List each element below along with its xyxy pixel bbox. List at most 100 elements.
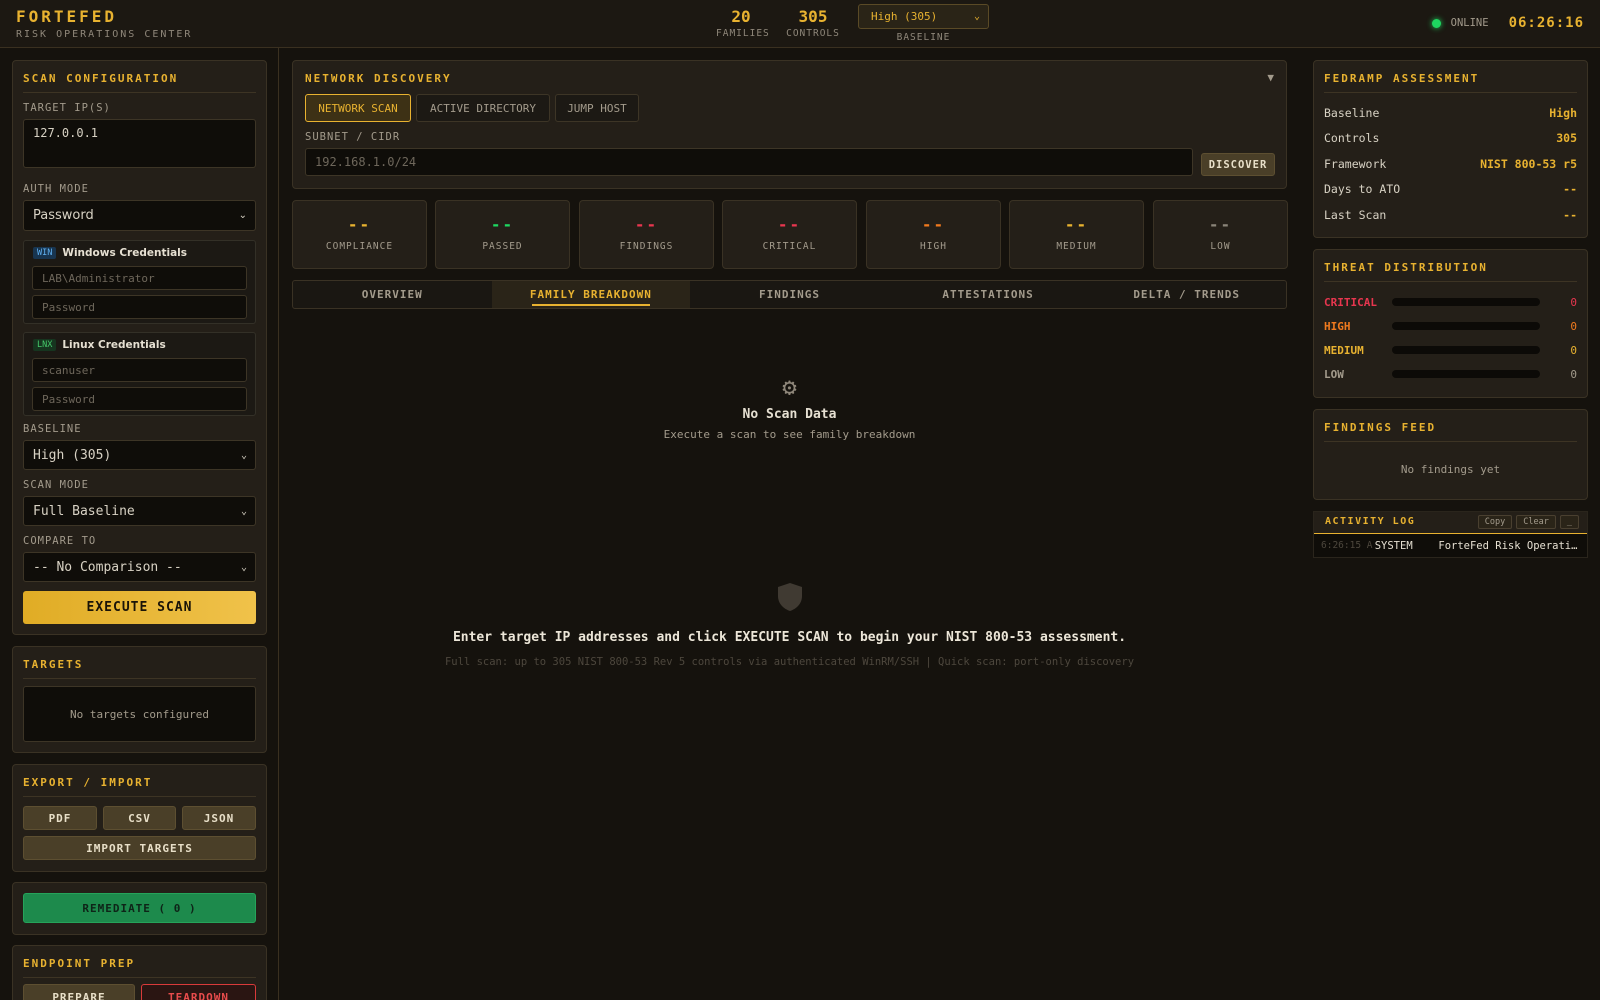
fedramp-row-last-scan: Last Scan --: [1324, 202, 1577, 228]
tab-network-scan[interactable]: NETWORK SCAN: [305, 94, 411, 122]
scan-config-title: SCAN CONFIGURATION: [23, 72, 256, 93]
controls-value: 305: [798, 7, 828, 26]
findings-feed-empty: No findings yet: [1400, 463, 1501, 476]
clock: 06:26:16: [1508, 15, 1584, 31]
subnet-placeholder: 192.168.1.0/24: [315, 155, 417, 169]
threat-distribution-panel: THREAT DISTRIBUTION CRITICAL 0 HIGH 0 ME…: [1313, 249, 1588, 398]
import-targets-button[interactable]: IMPORT TARGETS: [23, 836, 256, 860]
export-pdf-button[interactable]: PDF: [23, 806, 97, 830]
win-password-input[interactable]: Password: [32, 295, 247, 319]
threat-count: 0: [1570, 343, 1577, 357]
discover-button[interactable]: DISCOVER: [1201, 153, 1275, 176]
threat-bar: [1392, 370, 1540, 378]
fedramp-title: FEDRAMP ASSESSMENT: [1324, 72, 1577, 93]
header-baseline-select[interactable]: High (305) ⌄: [858, 4, 989, 29]
findings-feed-title: FINDINGS FEED: [1324, 421, 1577, 442]
lnx-password-placeholder: Password: [42, 392, 95, 406]
threat-rows: CRITICAL 0 HIGH 0 MEDIUM 0 LOW 0: [1324, 290, 1577, 386]
tab-overview[interactable]: OVERVIEW: [293, 281, 492, 308]
export-panel: EXPORT / IMPORT PDF CSV JSON IMPORT TARG…: [12, 764, 267, 872]
stat-label: MEDIUM: [1056, 241, 1097, 252]
log-entry: 6:26:15 A SYSTEM ForteFed Risk Operatio…: [1321, 540, 1583, 552]
threat-name: HIGH: [1324, 319, 1351, 333]
log-copy-button[interactable]: Copy: [1477, 515, 1513, 529]
log-entry-message: ForteFed Risk Operatio…: [1438, 540, 1583, 552]
threat-count: 0: [1570, 367, 1577, 381]
lnx-username-input[interactable]: scanuser: [32, 358, 247, 382]
stat-findings: -- FINDINGS: [579, 200, 714, 269]
tab-jump-host[interactable]: JUMP HOST: [555, 94, 639, 122]
remediate-button[interactable]: REMEDIATE ( 0 ): [23, 893, 256, 923]
chevron-down-icon: ⌄: [973, 11, 980, 22]
fedramp-value: --: [1563, 182, 1577, 197]
stat-value: --: [777, 215, 802, 234]
threat-bar: [1392, 322, 1540, 330]
threat-name: LOW: [1324, 367, 1344, 381]
win-tag: WIN: [33, 247, 57, 259]
online-label: ONLINE: [1450, 17, 1489, 29]
export-json-button[interactable]: JSON: [182, 806, 256, 830]
stat-value: --: [490, 215, 515, 234]
chevron-down-icon: ⌄: [240, 505, 247, 517]
brand: FORTEFED RISK OPERATIONS CENTER: [16, 7, 192, 40]
stat-high: -- HIGH: [866, 200, 1001, 269]
endpoint-prep-title: ENDPOINT PREP: [23, 957, 256, 978]
stat-label: LOW: [1210, 241, 1231, 252]
prepare-button[interactable]: PREPARE: [23, 984, 135, 1000]
header-baseline-label: BASELINE: [896, 32, 951, 43]
lnx-tag: LNX: [33, 339, 57, 351]
win-password-placeholder: Password: [42, 300, 95, 314]
header-baseline-value: High (305): [871, 10, 938, 23]
log-clear-button[interactable]: Clear: [1516, 515, 1556, 529]
win-username-placeholder: LAB\Administrator: [42, 271, 155, 285]
stat-value: --: [347, 215, 372, 234]
compare-select[interactable]: -- No Comparison -- ⌄: [23, 552, 256, 582]
linux-cred-header: LNX Linux Credentials: [33, 339, 166, 351]
brand-name: FORTEFED: [16, 7, 118, 26]
main-tabs: OVERVIEW FAMILY BREAKDOWN FINDINGS ATTES…: [292, 280, 1287, 309]
lnx-username-placeholder: scanuser: [42, 363, 95, 377]
status-indicator: ONLINE 06:26:16: [1431, 15, 1584, 31]
execute-scan-button[interactable]: EXECUTE SCAN: [23, 591, 256, 624]
collapse-chevron-icon[interactable]: ▼: [1267, 71, 1274, 84]
baseline-value: High (305): [33, 447, 112, 463]
auth-mode-select[interactable]: Password ⌄: [23, 200, 256, 231]
fedramp-key: Last Scan: [1324, 207, 1387, 222]
tab-findings[interactable]: FINDINGS: [690, 281, 889, 308]
subnet-input[interactable]: 192.168.1.0/24: [305, 148, 1193, 176]
log-entry-source: SYSTEM: [1374, 540, 1413, 552]
tab-delta-trends[interactable]: DELTA / TRENDS: [1087, 281, 1286, 308]
scan-mode-select[interactable]: Full Baseline ⌄: [23, 496, 256, 526]
log-entry-time: 6:26:15 A: [1321, 540, 1373, 551]
teardown-button[interactable]: TEARDOWN: [141, 984, 256, 1000]
baseline-select[interactable]: High (305) ⌄: [23, 440, 256, 470]
fedramp-key: Baseline: [1324, 105, 1380, 120]
auth-mode-value: Password: [33, 208, 94, 223]
scan-mode-value: Full Baseline: [33, 503, 135, 519]
findings-feed-panel: FINDINGS FEED No findings yet: [1313, 409, 1588, 500]
controls-stat: 305 CONTROLS: [785, 7, 841, 39]
windows-cred-title: Windows Credentials: [62, 247, 188, 259]
target-input-value: 127.0.0.1: [33, 126, 99, 140]
activity-log-header: ACTIVITY LOG Copy Clear _: [1314, 512, 1587, 534]
targets-title: TARGETS: [23, 658, 256, 679]
fedramp-value: 305: [1556, 131, 1577, 146]
stat-value: --: [1064, 215, 1089, 234]
fedramp-key: Framework: [1324, 156, 1387, 171]
brand-subtitle: RISK OPERATIONS CENTER: [16, 29, 193, 40]
activity-log-title: ACTIVITY LOG: [1325, 516, 1416, 527]
lnx-password-input[interactable]: Password: [32, 387, 247, 411]
tab-active-directory[interactable]: ACTIVE DIRECTORY: [416, 94, 550, 122]
log-minimize-button[interactable]: _: [1559, 515, 1579, 529]
fedramp-row-days-to-ato: Days to ATO --: [1324, 177, 1577, 203]
empty-state-title: No Scan Data: [742, 407, 837, 422]
export-csv-button[interactable]: CSV: [103, 806, 176, 830]
targets-empty: No targets configured: [23, 686, 256, 742]
stat-critical: -- CRITICAL: [722, 200, 857, 269]
win-username-input[interactable]: LAB\Administrator: [32, 266, 247, 290]
tab-family-breakdown[interactable]: FAMILY BREAKDOWN: [491, 281, 691, 308]
tab-attestations[interactable]: ATTESTATIONS: [889, 281, 1088, 308]
target-input[interactable]: 127.0.0.1: [23, 119, 256, 168]
gear-icon: ⚙: [782, 373, 797, 401]
stat-medium: -- MEDIUM: [1009, 200, 1144, 269]
